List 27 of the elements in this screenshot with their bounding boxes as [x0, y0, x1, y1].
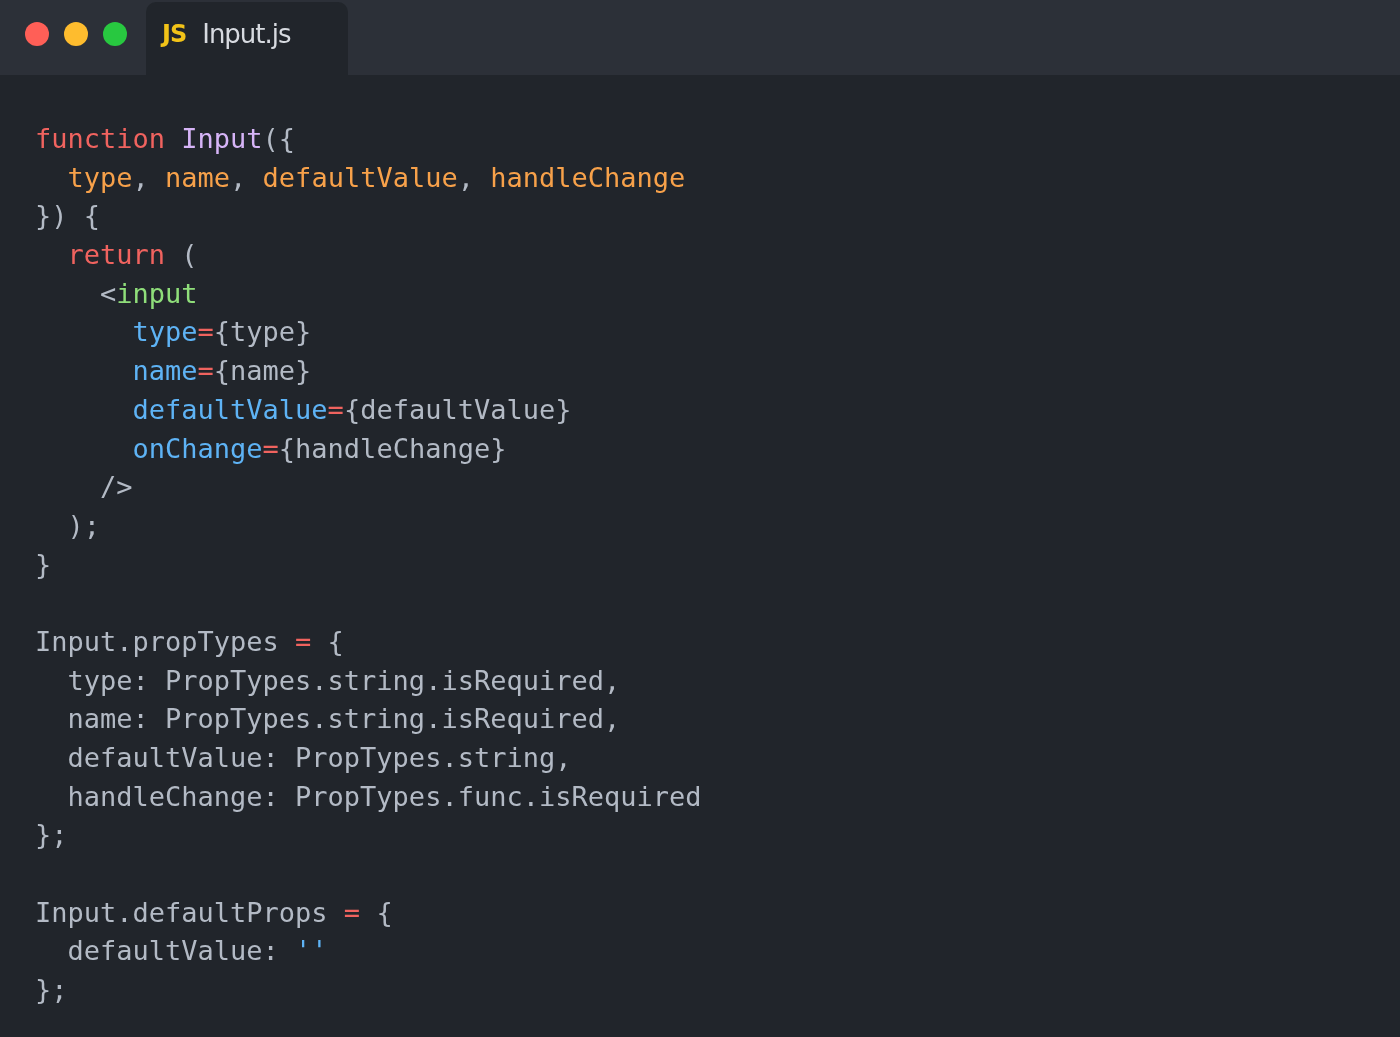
- code-line: onChange={handleChange}: [131, 431, 507, 466]
- code-line: defaultValue: PropTypes.string,: [66, 741, 572, 775]
- code-line: );: [66, 508, 101, 543]
- code-line: type: PropTypes.string.isRequired,: [66, 663, 621, 698]
- code-line: name: PropTypes.string.isRequired,: [66, 702, 621, 737]
- code-line: name={name}: [131, 354, 312, 389]
- code-line: Input.propTypes = {: [35, 624, 344, 659]
- code-line: />: [99, 470, 133, 505]
- code-line: };: [35, 973, 68, 1008]
- code-line: }: [35, 547, 52, 582]
- code-line: return (: [66, 238, 198, 273]
- minimize-button[interactable]: [64, 22, 88, 46]
- code-line: handleChange: PropTypes.func.isRequired: [66, 779, 702, 814]
- code-line: type, name, defaultValue, handleChange: [66, 160, 686, 195]
- code-line: <input: [99, 276, 198, 311]
- file-type-label: JS: [162, 19, 187, 48]
- code-line: };: [35, 818, 68, 853]
- code-line: defaultValue={defaultValue}: [131, 392, 572, 427]
- code-line: type={type}: [131, 315, 312, 350]
- tab-label: Input.js: [202, 18, 291, 49]
- close-button[interactable]: [25, 22, 49, 46]
- code-line: function Input({: [35, 122, 296, 156]
- code-line: defaultValue: '': [66, 934, 328, 969]
- code-line: }) {: [35, 199, 101, 234]
- code-line: Input.defaultProps = {: [35, 895, 393, 930]
- zoom-button[interactable]: [103, 22, 127, 46]
- file-tab[interactable]: JS Input.js: [146, 2, 348, 75]
